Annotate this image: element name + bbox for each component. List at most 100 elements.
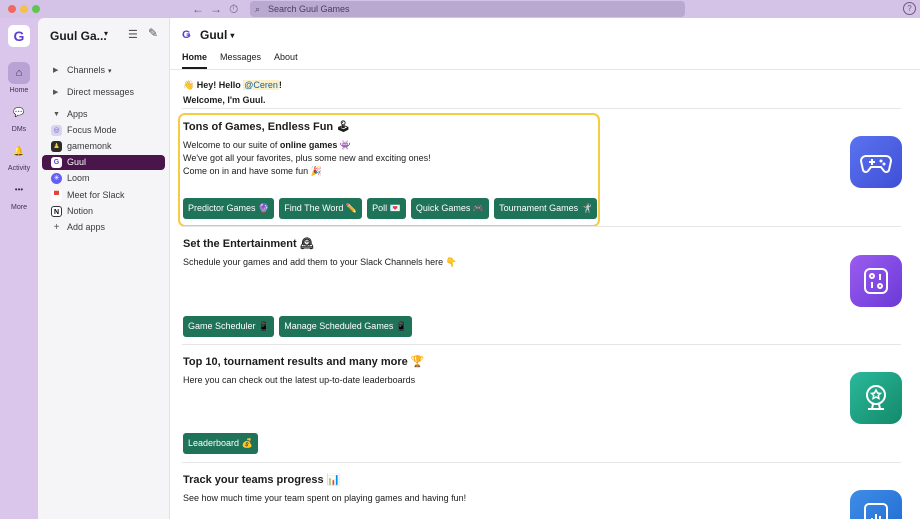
app-header[interactable]: Ǥ Guul ▾ (182, 28, 234, 42)
text-fragment: Welcome to our suite of (183, 140, 280, 150)
focus-mode-icon: ◎ (51, 125, 62, 136)
tab-home[interactable]: Home (182, 52, 208, 69)
sidebar: Guul Ga... ▾ ☰ ✎ ▶ Channels ▾ ▶ Direct me… (38, 18, 170, 519)
guul-icon: G (51, 157, 62, 168)
leaderboard-button-row: Leaderboard 💰 (183, 433, 263, 454)
text-fragment: 👾 (337, 140, 352, 150)
section-text: Schedule your games and add them to your… (183, 257, 457, 267)
chevron-down-icon: ▾ (230, 30, 235, 40)
sidebar-item-notion[interactable]: N Notion (42, 204, 165, 219)
trophy-tile (850, 372, 902, 424)
minimize-window-button[interactable] (20, 5, 28, 13)
sidebar-item-label: gamemonk (67, 141, 112, 151)
section-text: Come on in and have some fun 🎉 (183, 166, 322, 176)
caret-down-icon: ▼ (53, 111, 60, 118)
section-divider (182, 108, 901, 109)
section-text: Here you can check out the latest up-to-… (183, 375, 416, 385)
tab-about[interactable]: About (274, 52, 298, 69)
rail-label-more: More (11, 204, 27, 211)
sidebar-section-apps[interactable]: ▼ Apps (42, 107, 165, 122)
rail-label-home: Home (9, 87, 29, 94)
section-title: Top 10, tournament results and many more… (183, 356, 425, 368)
sidebar-item-focus-mode[interactable]: ◎ Focus Mode (42, 123, 165, 138)
sidebar-item-gamemonk[interactable]: ♟ gamemonk (42, 139, 165, 154)
help-icon[interactable]: ? (903, 2, 916, 15)
tab-messages[interactable]: Messages (220, 52, 261, 69)
bell-icon: 🔔 (13, 146, 25, 156)
manage-scheduled-games-button[interactable]: Manage Scheduled Games 📱 (279, 316, 413, 337)
guul-logo-icon: Ǥ (182, 28, 191, 41)
sidebar-add-apps[interactable]: + Add apps (42, 220, 165, 235)
sidebar-item-label: Notion (67, 206, 94, 216)
loom-icon: ✳ (51, 173, 62, 184)
welcome-line: Welcome, I'm Guul. (183, 95, 266, 105)
wave-icon: 👋 (183, 80, 195, 90)
chevron-down-icon[interactable]: ▾ (104, 29, 108, 38)
rail-item-dms[interactable]: 💬 DMs (0, 101, 38, 133)
caret-right-icon: ▶ (53, 67, 59, 74)
schedule-button-row: Game Scheduler 📱 Manage Scheduled Games … (183, 316, 417, 337)
greeting-suffix: ! (278, 80, 282, 90)
sidebar-section-label: Channels (67, 65, 106, 75)
workspace-name[interactable]: Guul Ga... (50, 29, 107, 43)
stats-tile (850, 490, 902, 519)
section-title: Track your teams progress 📊 (183, 474, 341, 486)
sidebar-item-label: Meet for Slack (67, 190, 125, 200)
section-text: Welcome to our suite of online games 👾 (183, 139, 431, 152)
sidebar-item-guul[interactable]: G Guul (42, 155, 165, 170)
greeting-text: Hey! Hello (196, 80, 244, 90)
sidebar-section-direct-messages[interactable]: ▶ Direct messages (42, 85, 165, 100)
bar-chart-icon (864, 503, 888, 519)
game-scheduler-button[interactable]: Game Scheduler 📱 (183, 316, 275, 337)
section-leaderboards: Top 10, tournament results and many more… (183, 355, 424, 387)
search-icon: ⌕ (255, 4, 261, 14)
chevron-down-icon: ▾ (108, 68, 112, 75)
maximize-window-button[interactable] (32, 5, 40, 13)
predictor-games-button[interactable]: Predictor Games 🔮 (183, 198, 275, 219)
find-the-word-button[interactable]: Find The Word ✏️ (279, 198, 363, 219)
home-icon: ⌂ (8, 62, 30, 84)
compose-icon[interactable]: ✎ (148, 26, 158, 40)
sidebar-section-label: Apps (67, 109, 88, 119)
tabs-divider (170, 69, 920, 70)
workspace-rail: G ⌂ Home 💬 DMs 🔔 Activity ••• More (0, 18, 38, 519)
sidebar-section-channels[interactable]: ▶ Channels ▾ (42, 63, 165, 78)
rail-label-activity: Activity (7, 165, 31, 172)
sidebar-section-label: Direct messages (67, 87, 135, 97)
user-mention[interactable]: @Ceren (243, 80, 279, 90)
forward-arrow-icon[interactable]: → (210, 1, 222, 17)
scheduler-tile (850, 255, 902, 307)
section-title: Tons of Games, Endless Fun 🕹 (183, 121, 351, 133)
meet-icon: ▀ (51, 190, 62, 201)
quick-games-button[interactable]: Quick Games 🎮 (410, 198, 490, 219)
history-icon[interactable]: ⏱ (229, 1, 238, 17)
rail-item-more[interactable]: ••• More (0, 179, 38, 211)
sidebar-item-meet-for-slack[interactable]: ▀ Meet for Slack (42, 188, 165, 203)
tournament-games-button[interactable]: Tournament Games 🤺 (494, 198, 597, 219)
rail-item-activity[interactable]: 🔔 Activity (0, 140, 38, 172)
sidebar-item-loom[interactable]: ✳ Loom (42, 171, 165, 186)
workspace-logo[interactable]: G (8, 25, 30, 47)
back-arrow-icon[interactable]: ← (192, 1, 204, 17)
leaderboard-button[interactable]: Leaderboard 💰 (183, 433, 258, 454)
trophy-icon (866, 385, 886, 410)
gamemonk-icon: ♟ (51, 141, 62, 152)
text-bold: online games (279, 140, 338, 150)
rail-label-dms: DMs (11, 126, 27, 133)
filter-icon[interactable]: ☰ (128, 28, 138, 41)
window-titlebar: ← → ⏱ ⌕ Search Guul Games ? (0, 0, 920, 18)
app-name: Guul (200, 28, 228, 42)
gamepad-tile (850, 136, 902, 188)
dial-icon (864, 268, 888, 294)
search-input[interactable]: ⌕ Search Guul Games (250, 1, 685, 17)
sidebar-item-label: Guul (67, 157, 87, 167)
sidebar-item-label: Loom (67, 173, 90, 183)
sidebar-item-label: Focus Mode (67, 125, 117, 135)
poll-button[interactable]: Poll 💌 (367, 198, 406, 219)
close-window-button[interactable] (8, 5, 16, 13)
sidebar-item-label: Add apps (67, 222, 106, 232)
main-pane: Ǥ Guul ▾ Home Messages About 👋 Hey! Hell… (170, 18, 920, 519)
section-progress: Track your teams progress 📊 See how much… (183, 473, 466, 505)
rail-item-home[interactable]: ⌂ Home (0, 62, 38, 94)
section-divider (182, 226, 901, 227)
